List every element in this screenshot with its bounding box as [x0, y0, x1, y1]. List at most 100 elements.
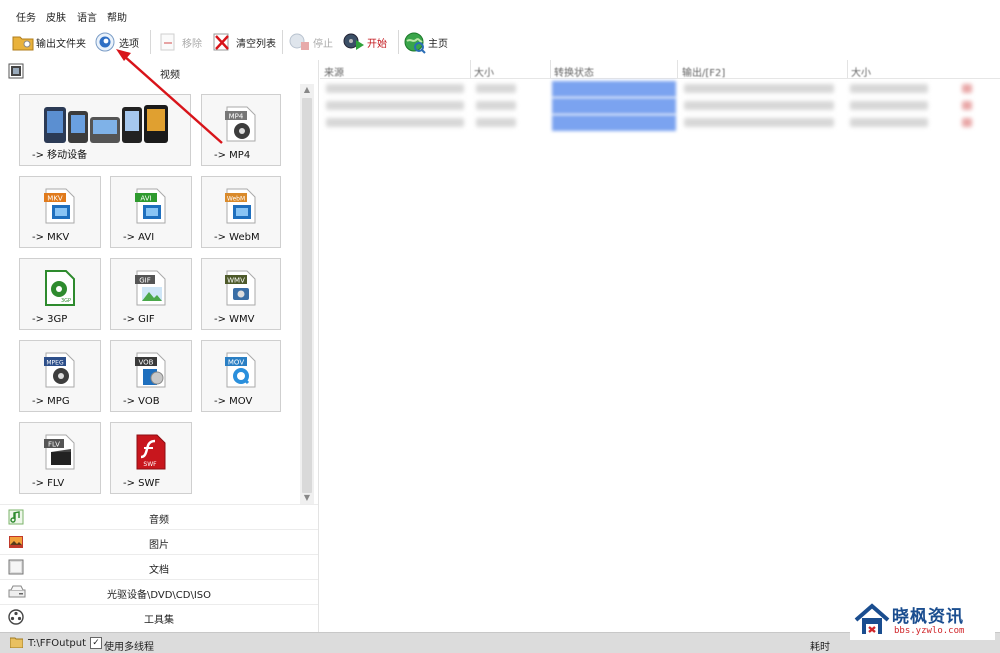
tile-label: -> GIF: [123, 314, 155, 325]
remove-button[interactable]: 移除: [158, 30, 202, 54]
stop-icon: [289, 32, 309, 52]
task-list-table: 来源 大小 转换状态 输出/[F2] 大小: [320, 60, 1000, 632]
options-button[interactable]: 选项: [95, 30, 139, 54]
mp4-file-icon: MP4: [225, 105, 257, 143]
category-image[interactable]: 图片: [0, 529, 318, 554]
tile-mobile-device[interactable]: -> 移动设备: [19, 94, 191, 166]
tile-vob[interactable]: VOB -> VOB: [110, 340, 192, 412]
output-folder-button[interactable]: 输出文件夹: [12, 30, 86, 54]
col-size[interactable]: 大小: [474, 64, 494, 79]
watermark-title: 晓枫资讯: [892, 607, 964, 627]
house-logo-icon: [854, 602, 890, 638]
category-optical-drive[interactable]: 光驱设备\DVD\CD\ISO: [0, 579, 318, 604]
table-row[interactable]: [320, 114, 1000, 131]
tile-mp4[interactable]: MP4 -> MP4: [201, 94, 281, 166]
3gp-badge-text: 3GP: [61, 298, 71, 304]
scroll-up-arrow-icon[interactable]: ▲: [300, 84, 314, 96]
remove-icon: [158, 32, 178, 52]
start-button[interactable]: 开始: [343, 30, 387, 54]
avi-badge-text: AVI: [140, 195, 151, 203]
tile-wmv[interactable]: WMV -> WMV: [201, 258, 281, 330]
tile-label: -> WMV: [214, 314, 255, 325]
format-grid: -> 移动设备 MP4 -> MP4 MKV -> MKV AVI -> AVI…: [0, 84, 300, 504]
menu-skin[interactable]: 皮肤: [46, 9, 66, 24]
home-button[interactable]: 主页: [404, 30, 448, 54]
swf-file-icon: SWF: [135, 433, 167, 471]
mov-badge-text: MOV: [228, 359, 244, 367]
col-source[interactable]: 来源: [324, 64, 344, 79]
table-header: 来源 大小 转换状态 输出/[F2] 大小: [320, 60, 1000, 79]
tile-label: -> WebM: [214, 232, 260, 243]
category-document[interactable]: 文档: [0, 554, 318, 579]
progress-bar: [552, 98, 676, 114]
tile-3gp[interactable]: 3GP -> 3GP: [19, 258, 101, 330]
tile-label: -> MP4: [214, 150, 251, 161]
tile-label: -> AVI: [123, 232, 155, 243]
wmv-file-icon: WMV: [225, 269, 257, 307]
category-toolset[interactable]: 工具集: [0, 604, 318, 629]
progress-bar: [552, 81, 676, 97]
menu-bar: 任务 皮肤 语言 帮助: [0, 0, 1000, 26]
toolbar: 输出文件夹 选项 移除 清空列表 停止 开始 主页: [0, 26, 1000, 58]
tile-label: -> MPG: [32, 396, 70, 407]
elapsed-time-label: 耗时: [810, 642, 830, 653]
tile-label: -> FLV: [32, 478, 65, 489]
mobile-devices-icon: [42, 101, 170, 145]
flv-badge-text: FLV: [48, 441, 60, 449]
mp4-badge-text: MP4: [229, 113, 244, 121]
progress-bar: [552, 115, 676, 131]
watermark-logo: 晓枫资讯 bbs.yzwlo.com: [850, 600, 995, 640]
folder-icon: [12, 32, 34, 52]
tile-mkv[interactable]: MKV -> MKV: [19, 176, 101, 248]
multithread-label: 使用多线程: [104, 642, 154, 653]
tile-mpg[interactable]: MPEG -> MPG: [19, 340, 101, 412]
tile-label: -> MOV: [214, 396, 253, 407]
tile-label: -> VOB: [123, 396, 160, 407]
3gp-file-icon: 3GP: [44, 269, 76, 307]
category-audio[interactable]: 音频: [0, 504, 318, 529]
avi-file-icon: AVI: [135, 187, 167, 225]
format-panel: 视频 -> 移动设备 MP4 -> MP4 MKV -> MKV AVI -> …: [0, 60, 319, 632]
swf-badge-text: SWF: [143, 461, 157, 468]
menu-language[interactable]: 语言: [77, 9, 97, 24]
tile-mov[interactable]: MOV -> MOV: [201, 340, 281, 412]
mov-file-icon: MOV: [225, 351, 257, 389]
tile-webm[interactable]: WebM -> WebM: [201, 176, 281, 248]
film-icon: [8, 63, 24, 79]
clear-list-button[interactable]: 清空列表: [212, 30, 276, 54]
tile-avi[interactable]: AVI -> AVI: [110, 176, 192, 248]
table-row[interactable]: [320, 97, 1000, 114]
format-grid-scrollbar[interactable]: ▲ ▼: [300, 84, 314, 504]
vob-file-icon: VOB: [135, 351, 167, 389]
scroll-down-arrow-icon[interactable]: ▼: [300, 492, 314, 504]
gif-file-icon: GIF: [135, 269, 167, 307]
mkv-badge-text: MKV: [47, 195, 63, 203]
output-path[interactable]: T:\FFOutput: [28, 638, 86, 649]
output-folder-icon[interactable]: [9, 637, 24, 649]
vob-badge-text: VOB: [139, 359, 154, 367]
clear-list-icon: [212, 32, 232, 52]
table-row[interactable]: [320, 80, 1000, 97]
webm-file-icon: WebM: [225, 187, 257, 225]
tile-gif[interactable]: GIF -> GIF: [110, 258, 192, 330]
tile-swf[interactable]: SWF -> SWF: [110, 422, 192, 494]
col-status[interactable]: 转换状态: [554, 64, 594, 79]
video-category-header[interactable]: 视频: [0, 60, 318, 82]
start-icon: [343, 32, 364, 52]
menu-help[interactable]: 帮助: [107, 9, 127, 24]
wmv-badge-text: WMV: [227, 277, 245, 285]
multithread-checkbox[interactable]: ✓: [90, 637, 102, 649]
mkv-file-icon: MKV: [44, 187, 76, 225]
menu-task[interactable]: 任务: [16, 9, 36, 24]
col-output-size[interactable]: 大小: [851, 64, 871, 79]
tile-label: -> SWF: [123, 478, 161, 489]
col-output[interactable]: 输出/[F2]: [682, 64, 725, 79]
mpg-file-icon: MPEG: [44, 351, 76, 389]
video-header-label: 视频: [160, 70, 180, 81]
stop-button[interactable]: 停止: [289, 30, 333, 54]
scroll-thumb[interactable]: [302, 98, 312, 493]
options-gear-icon: [95, 32, 115, 52]
tile-label: -> 3GP: [32, 314, 68, 325]
tile-flv[interactable]: FLV -> FLV: [19, 422, 101, 494]
mpg-badge-text: MPEG: [46, 360, 64, 367]
